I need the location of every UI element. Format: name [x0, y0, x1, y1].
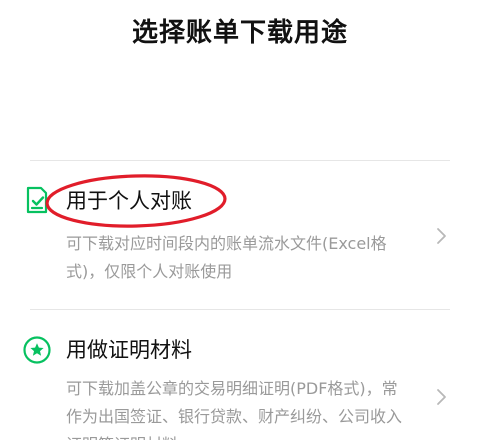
page-title: 选择账单下载用途 — [131, 18, 348, 48]
document-check-icon — [26, 186, 48, 214]
option-proof-material[interactable]: 用做证明材料 可下载加盖公章的交易明细证明(PDF格式)，常作为出国签证、银行贷… — [0, 310, 480, 440]
option-description: 可下载对应时间段内的账单流水文件(Excel格式)，仅限个人对账使用 — [66, 234, 387, 281]
chevron-right-icon — [437, 228, 446, 244]
chevron-right-icon — [437, 389, 446, 405]
option-description: 可下载加盖公章的交易明细证明(PDF格式)，常作为出国签证、银行贷款、财产纠纷、… — [66, 379, 403, 440]
option-title: 用于个人对账 — [66, 189, 192, 213]
option-personal-reconciliation[interactable]: 用于个人对账 可下载对应时间段内的账单流水文件(Excel格式)，仅限个人对账使… — [0, 161, 480, 309]
option-title: 用做证明材料 — [66, 338, 192, 362]
star-badge-icon — [23, 336, 51, 364]
